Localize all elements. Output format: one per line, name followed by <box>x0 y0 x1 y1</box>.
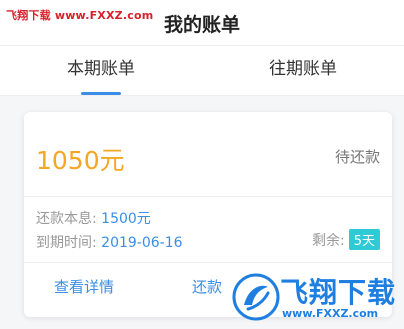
principal-label: 还款本息: <box>36 211 97 227</box>
remaining-days: 剩余: 5天 <box>312 229 380 250</box>
due-label: 到期时间: <box>36 235 97 251</box>
card-footer-divider <box>24 262 392 263</box>
app-header: 飞翔下载 www.FXXZ.com 我的账单 <box>0 0 404 46</box>
repay-button[interactable]: 还款 <box>192 276 222 297</box>
page-title: 我的账单 <box>163 14 240 36</box>
due-row: 到期时间: 2019-06-16 <box>36 232 183 252</box>
bill-amount: 1050元 <box>36 146 125 175</box>
principal-row: 还款本息: 1500元 <box>36 208 151 228</box>
due-value: 2019-06-16 <box>101 235 183 251</box>
tab-current-bill[interactable]: 本期账单 <box>0 46 202 95</box>
remaining-label: 剩余: <box>312 232 345 249</box>
bill-tabs: 本期账单 往期账单 <box>0 46 404 96</box>
remaining-badge: 5天 <box>348 229 380 250</box>
bill-card: 1050元 待还款 还款本息: 1500元 到期时间: 2019-06-16 剩… <box>24 112 392 317</box>
view-details-button[interactable]: 查看详情 <box>54 276 114 297</box>
tab-past-bills[interactable]: 往期账单 <box>202 46 404 95</box>
bill-status: 待还款 <box>334 148 380 166</box>
card-divider <box>24 196 392 197</box>
principal-value: 1500元 <box>101 211 151 227</box>
